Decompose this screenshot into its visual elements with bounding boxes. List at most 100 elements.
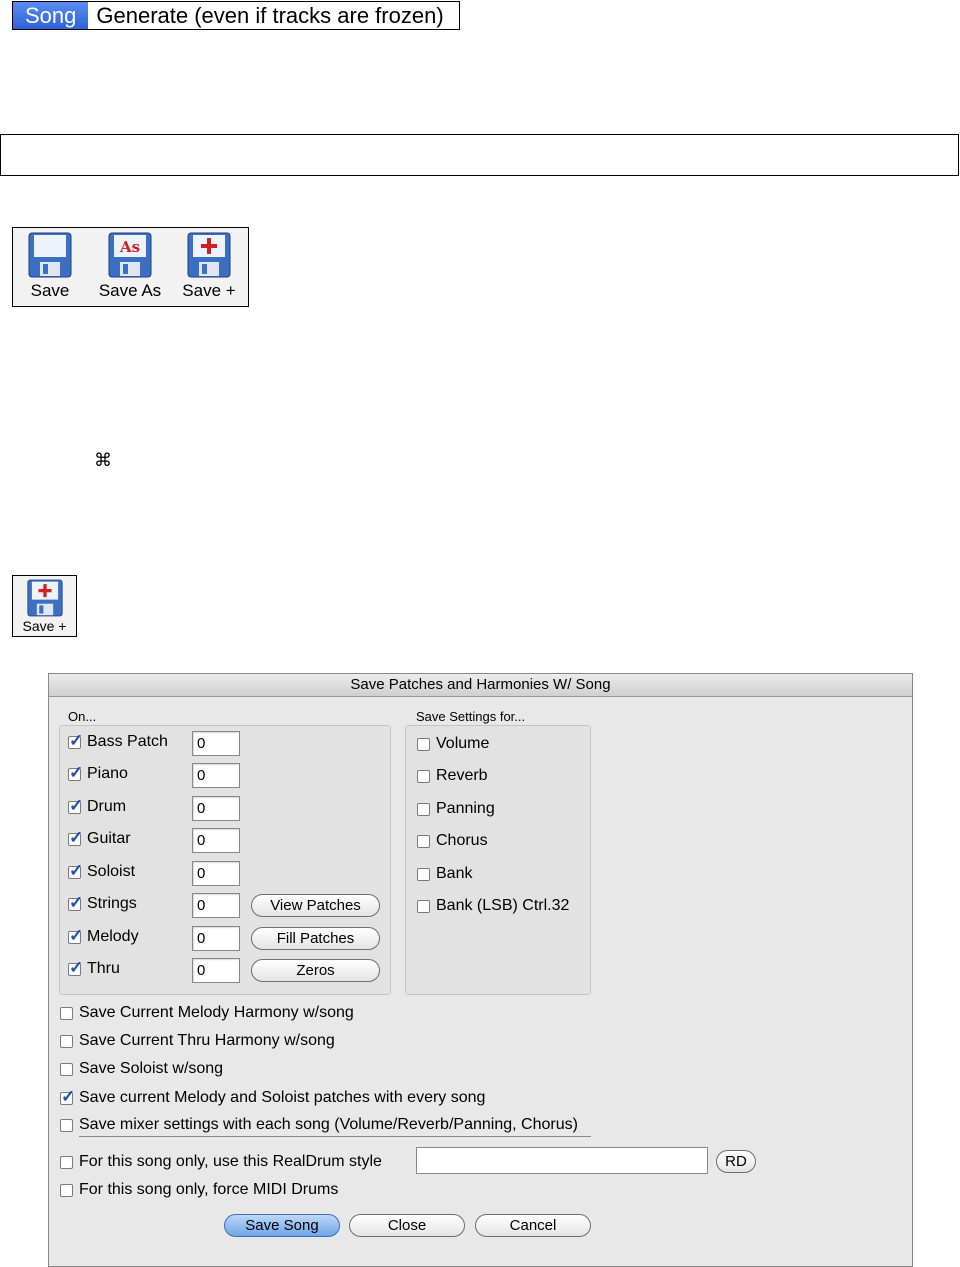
checkbox-check-icon [60, 1087, 75, 1107]
view-patches-button[interactable]: View Patches [251, 894, 380, 917]
patch-number-guitar[interactable]: 0 [192, 828, 240, 853]
checkbox-box [417, 802, 430, 816]
patch-label: Bass Patch [87, 733, 168, 750]
patch-checkbox-thru[interactable]: Thru [68, 958, 120, 978]
checkbox-box [417, 834, 430, 848]
separator [79, 1136, 591, 1137]
option-thru-harmony[interactable]: Save Current Thru Harmony w/song [60, 1032, 335, 1050]
setting-label: Reverb [436, 767, 488, 784]
save-plus-small-button[interactable]: Save + [12, 575, 77, 637]
save-as-label: Save As [98, 281, 162, 300]
fill-patches-button[interactable]: Fill Patches [251, 927, 380, 950]
checkbox-box [60, 1062, 73, 1076]
option-mixer-settings[interactable]: Save mixer settings with each song (Volu… [60, 1116, 578, 1134]
patch-number-bass[interactable]: 0 [192, 731, 240, 756]
save-patches-dialog: Save Patches and Harmonies W/ Song On...… [48, 673, 913, 1267]
checkbox-box [60, 1006, 73, 1020]
option-melody-soloist-patches[interactable]: Save current Melody and Soloist patches … [60, 1087, 485, 1107]
patch-checkbox-melody[interactable]: Melody [68, 926, 139, 946]
rd-button[interactable]: RD [716, 1150, 756, 1173]
realdrum-style-input[interactable] [416, 1147, 708, 1174]
menu-command-label: Generate (even if tracks are frozen) [96, 2, 444, 28]
menu-item-generate[interactable]: Song Generate (even if tracks are frozen… [12, 1, 460, 30]
checkbox-check-icon [68, 731, 83, 751]
setting-checkbox-chorus[interactable]: Chorus [417, 832, 488, 850]
option-label: Save Current Melody Harmony w/song [79, 1004, 354, 1021]
patch-checkbox-guitar[interactable]: Guitar [68, 828, 131, 848]
patch-checkbox-piano[interactable]: Piano [68, 763, 128, 783]
option-melody-harmony[interactable]: Save Current Melody Harmony w/song [60, 1004, 354, 1022]
option-save-soloist[interactable]: Save Soloist w/song [60, 1060, 223, 1078]
save-plus-label: Save + [182, 281, 236, 300]
checkbox-box [417, 867, 430, 881]
patch-label: Strings [87, 895, 137, 912]
floppy-disk-plus-icon [26, 579, 63, 617]
checkbox-check-icon [68, 828, 83, 848]
save-song-button[interactable]: Save Song [224, 1214, 340, 1237]
patch-checkbox-drum[interactable]: Drum [68, 796, 127, 816]
patch-checkbox-strings[interactable]: Strings [68, 893, 137, 913]
setting-checkbox-panning[interactable]: Panning [417, 800, 495, 818]
checkbox-box [60, 1183, 73, 1197]
save-plus-small-label: Save + [22, 618, 67, 634]
checkbox-box [417, 737, 430, 751]
checkbox-box [417, 769, 430, 783]
checkbox-check-icon [68, 796, 83, 816]
option-label: Save mixer settings with each song (Volu… [79, 1116, 578, 1133]
patch-number-piano[interactable]: 0 [192, 763, 240, 788]
setting-checkbox-reverb[interactable]: Reverb [417, 767, 488, 785]
setting-label: Volume [436, 735, 490, 752]
option-label: Save Current Thru Harmony w/song [79, 1032, 335, 1049]
patch-number-soloist[interactable]: 0 [192, 861, 240, 886]
setting-label: Bank (LSB) Ctrl.32 [436, 897, 570, 914]
menu-tag-song: Song [13, 2, 89, 29]
save-plus-button[interactable]: Save + [174, 232, 244, 301]
checkbox-check-icon [68, 861, 83, 881]
patch-checkbox-soloist[interactable]: Soloist [68, 861, 136, 881]
save-as-button[interactable]: As Save As [95, 232, 165, 301]
patch-label: Piano [87, 765, 128, 782]
patch-label: Guitar [87, 830, 131, 847]
checkbox-box [60, 1155, 73, 1169]
cancel-button[interactable]: Cancel [475, 1214, 591, 1237]
setting-checkbox-volume[interactable]: Volume [417, 735, 489, 753]
patch-label: Melody [87, 928, 139, 945]
option-label: For this song only, force MIDI Drums [79, 1181, 339, 1198]
patch-number-thru[interactable]: 0 [192, 958, 240, 983]
setting-checkbox-bank[interactable]: Bank [417, 865, 472, 883]
floppy-disk-save-as-icon: As [108, 232, 152, 278]
patch-label: Drum [87, 798, 127, 815]
save-as-badge: As [119, 238, 140, 256]
patch-checkbox-bass[interactable]: Bass Patch [68, 731, 168, 751]
patch-number-drum[interactable]: 0 [192, 796, 240, 821]
checkbox-box [417, 899, 430, 913]
floppy-disk-plus-icon [187, 232, 231, 278]
on-group-label: On... [68, 709, 97, 724]
save-toolbar: Save As Save As Save + [12, 227, 249, 307]
zeros-button[interactable]: Zeros [251, 959, 380, 982]
checkbox-check-icon [68, 926, 83, 946]
option-realdrum-style[interactable]: For this song only, use this RealDrum st… [60, 1153, 382, 1171]
setting-label: Chorus [436, 832, 488, 849]
setting-label: Panning [436, 800, 495, 817]
checkbox-check-icon [68, 893, 83, 913]
option-label: For this song only, use this RealDrum st… [79, 1153, 382, 1170]
close-button[interactable]: Close [349, 1214, 465, 1237]
setting-checkbox-bank-lsb[interactable]: Bank (LSB) Ctrl.32 [417, 897, 569, 915]
checkbox-check-icon [68, 763, 83, 783]
save-label: Save [30, 281, 70, 300]
floppy-disk-icon [28, 232, 72, 278]
checkbox-check-icon [68, 958, 83, 978]
patch-number-strings[interactable]: 0 [192, 893, 240, 918]
checkbox-box [60, 1118, 73, 1132]
checkbox-box [60, 1034, 73, 1048]
command-key-icon: ⌘ [94, 450, 112, 470]
save-button[interactable]: Save [15, 232, 85, 301]
setting-label: Bank [436, 865, 473, 882]
option-force-midi-drums[interactable]: For this song only, force MIDI Drums [60, 1181, 338, 1199]
settings-group-label: Save Settings for... [416, 709, 526, 724]
settings-group [405, 725, 591, 995]
patch-number-melody[interactable]: 0 [192, 926, 240, 951]
dialog-title: Save Patches and Harmonies W/ Song [49, 674, 912, 697]
patch-label: Soloist [87, 863, 136, 880]
